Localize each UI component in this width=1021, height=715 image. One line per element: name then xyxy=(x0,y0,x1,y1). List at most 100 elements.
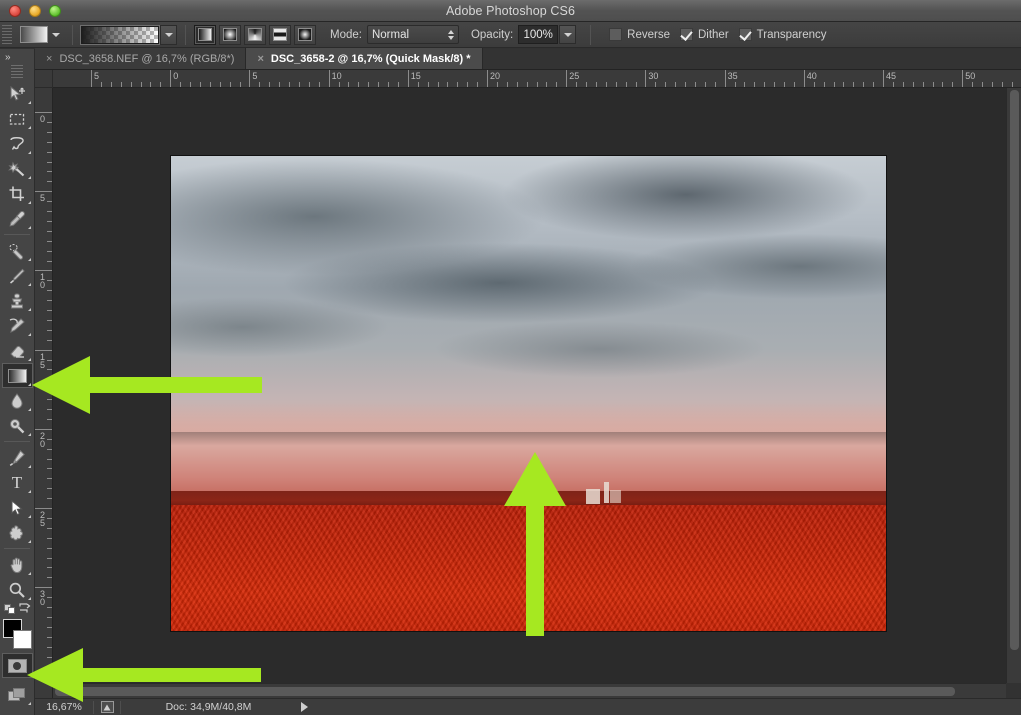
document-image[interactable] xyxy=(171,156,886,631)
swap-colors-icon[interactable] xyxy=(18,603,31,614)
ruler-minor-tick xyxy=(833,82,835,87)
ruler-minor-tick xyxy=(47,151,52,153)
history-brush-tool[interactable] xyxy=(2,313,33,338)
clone-stamp-tool[interactable] xyxy=(2,288,33,313)
crop-tool[interactable] xyxy=(2,181,33,206)
ruler-minor-tick xyxy=(863,82,865,87)
ruler-minor-tick xyxy=(873,82,875,87)
spot-healing-brush-tool[interactable] xyxy=(2,238,33,263)
ruler-minor-tick xyxy=(47,319,52,321)
horizontal-ruler[interactable]: 5 0 5 10 15 20 25 30 35 40 45 50 xyxy=(53,70,1021,88)
transparency-checkbox[interactable] xyxy=(738,28,752,41)
blend-mode-select[interactable]: Normal xyxy=(366,25,459,44)
tab-dsc3658-nef[interactable]: × DSC_3658.NEF @ 16,7% (RGB/8*) xyxy=(35,48,247,69)
path-selection-tool[interactable] xyxy=(2,495,33,520)
tab-dsc3658-2-quickmask[interactable]: × DSC_3658-2 @ 16,7% (Quick Mask/8) * xyxy=(246,48,483,69)
eraser-tool[interactable] xyxy=(2,338,33,363)
hand-tool[interactable] xyxy=(2,552,33,577)
zoom-tool[interactable] xyxy=(2,577,33,602)
ruler-tick-label: 50 xyxy=(965,71,976,81)
ruler-tick-label: 2 5 xyxy=(39,510,45,528)
gradient-preset-swatch[interactable] xyxy=(80,24,160,45)
radial-gradient-button[interactable] xyxy=(219,24,241,45)
close-icon[interactable]: × xyxy=(46,53,52,65)
move-tool[interactable] xyxy=(2,81,33,106)
diamond-gradient-button[interactable] xyxy=(294,24,316,45)
ruler-minor-tick xyxy=(47,181,52,183)
ruler-tick-label: 20 xyxy=(490,71,501,81)
chevron-down-icon xyxy=(52,32,60,37)
tools-panel-grip[interactable] xyxy=(11,65,23,79)
pen-tool[interactable] xyxy=(2,445,33,470)
custom-shape-tool[interactable] xyxy=(2,520,33,545)
horizontal-scrollbar-thumb[interactable] xyxy=(55,687,955,696)
screen-mode-button[interactable] xyxy=(2,682,33,707)
reverse-checkbox-group[interactable]: Reverse xyxy=(609,28,670,41)
ruler-minor-tick xyxy=(47,161,52,163)
blur-tool[interactable] xyxy=(2,388,33,413)
ruler-tick-label: 1 5 xyxy=(39,351,45,370)
ruler-major-tick xyxy=(803,70,805,87)
magic-wand-tool[interactable] xyxy=(2,156,33,181)
opacity-dropdown-button[interactable] xyxy=(559,25,577,44)
vertical-scrollbar-thumb[interactable] xyxy=(1010,90,1019,650)
ruler-minor-tick xyxy=(47,478,52,480)
type-tool[interactable]: T xyxy=(2,470,33,495)
status-bar: 16,67% Doc: 34,9M/40,8M xyxy=(35,698,1021,715)
canvas-area[interactable] xyxy=(53,88,1006,698)
ruler-minor-tick xyxy=(47,359,52,361)
tools-panel-expander[interactable]: » xyxy=(0,49,34,65)
ruler-major-tick xyxy=(645,70,647,87)
tool-preset-picker[interactable] xyxy=(20,25,64,45)
dodge-tool[interactable] xyxy=(2,413,33,438)
ruler-minor-tick xyxy=(120,82,122,87)
ruler-minor-tick xyxy=(526,82,528,87)
ruler-minor-tick xyxy=(694,82,696,87)
opacity-label: Opacity: xyxy=(470,28,514,41)
linear-gradient-button[interactable] xyxy=(194,24,216,45)
zoom-level-field[interactable]: 16,67% xyxy=(35,701,93,713)
gradient-tool[interactable] xyxy=(1,363,33,388)
ruler-tick-label: 5 xyxy=(39,193,45,204)
rectangular-marquee-tool[interactable] xyxy=(2,106,33,131)
horizontal-scrollbar[interactable] xyxy=(53,683,1006,698)
gradient-preset-dropdown[interactable] xyxy=(160,24,177,45)
ruler-tick-label: 30 xyxy=(648,71,659,81)
ruler-minor-tick xyxy=(47,517,52,519)
reverse-checkbox[interactable] xyxy=(609,28,623,41)
ruler-tick-label: 35 xyxy=(727,71,738,81)
ruler-minor-tick xyxy=(615,82,617,87)
ruler-minor-tick xyxy=(47,121,52,123)
ruler-tick-label: 3 0 xyxy=(39,589,45,608)
transparency-checkbox-group[interactable]: Transparency xyxy=(738,28,827,41)
mode-label: Mode: xyxy=(330,28,362,41)
color-swatches[interactable] xyxy=(2,619,33,651)
vertical-scrollbar[interactable] xyxy=(1006,88,1021,683)
ruler-tick-label: 15 xyxy=(410,71,421,81)
default-colors-icon[interactable] xyxy=(3,603,16,614)
ruler-major-tick xyxy=(883,70,884,87)
brush-tool[interactable] xyxy=(2,263,33,288)
reflected-gradient-button[interactable] xyxy=(269,24,291,45)
lasso-tool[interactable] xyxy=(2,131,33,156)
options-bar-grip[interactable] xyxy=(2,24,12,45)
ruler-corner[interactable] xyxy=(35,70,53,88)
ruler-major-tick xyxy=(566,70,568,87)
dither-checkbox[interactable] xyxy=(679,28,693,41)
dither-checkbox-group[interactable]: Dither xyxy=(679,28,729,41)
ruler-minor-tick xyxy=(140,82,142,87)
background-color-swatch[interactable] xyxy=(12,630,32,649)
opacity-input[interactable]: 100% xyxy=(518,25,559,44)
eyedropper-tool[interactable] xyxy=(2,206,33,231)
quick-mask-toggle-button[interactable] xyxy=(1,653,33,678)
toolbar-divider xyxy=(4,234,30,235)
close-icon[interactable]: × xyxy=(257,53,263,65)
status-menu-icon[interactable] xyxy=(301,702,308,712)
angle-gradient-button[interactable] xyxy=(244,24,266,45)
ruler-minor-tick xyxy=(47,438,52,440)
vertical-ruler[interactable]: 0 5 1 0 1 5 2 0 2 5 3 0 xyxy=(35,88,53,698)
ruler-tick-label: 2 0 xyxy=(39,430,45,449)
document-preview-icon[interactable] xyxy=(94,701,120,713)
ruler-minor-tick xyxy=(180,82,182,87)
ruler-minor-tick xyxy=(47,280,52,282)
